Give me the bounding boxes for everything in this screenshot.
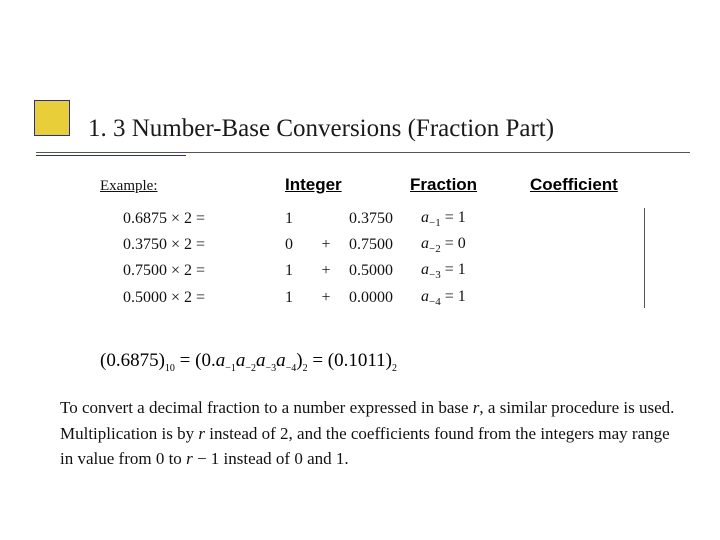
explanation-paragraph: To convert a decimal fraction to a numbe… (60, 395, 680, 472)
table-row: 0.6875 × 2 = 1 0.3750 a−1 = 1 (117, 207, 472, 231)
coef-cell: a−1 = 1 (415, 207, 472, 231)
slide-bullet-square (34, 100, 70, 136)
title-underline (36, 152, 690, 153)
frac-cell: 0.3750 (343, 207, 413, 231)
column-header-coefficient: Coefficient (530, 175, 618, 195)
result-equation: (0.6875)10 = (0.a−1a−2a−3a−4)2 = (0.1011… (100, 350, 397, 374)
plus-cell (311, 207, 341, 231)
mult-cell: 0.6875 × 2 = (117, 207, 267, 231)
title-underline-accent (36, 155, 186, 156)
page-title: 1. 3 Number-Base Conversions (Fraction P… (88, 115, 700, 143)
coefficient-arrow-line (644, 208, 645, 308)
column-header-fraction: Fraction (410, 175, 477, 195)
title-wrap: 1. 3 Number-Base Conversions (Fraction P… (88, 115, 700, 143)
table-row: 0.5000 × 2 = 1 + 0.0000 a−4 = 1 (117, 286, 472, 310)
column-header-integer: Integer (285, 175, 342, 195)
int-cell: 1 (269, 207, 309, 231)
table-row: 0.3750 × 2 = 0 + 0.7500 a−2 = 0 (117, 233, 472, 257)
example-label: Example: (100, 178, 157, 195)
table-row: 0.7500 × 2 = 1 + 0.5000 a−3 = 1 (117, 259, 472, 283)
conversion-table: 0.6875 × 2 = 1 0.3750 a−1 = 1 0.3750 × 2… (115, 205, 474, 312)
